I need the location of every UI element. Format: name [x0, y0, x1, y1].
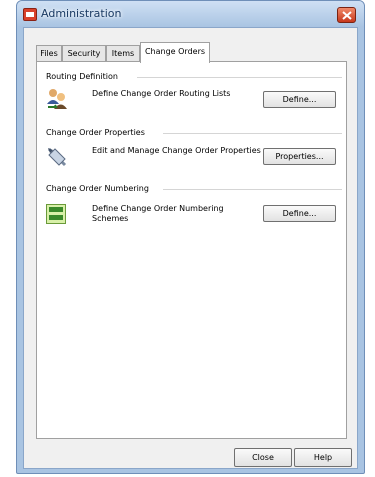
window-title: Administration: [41, 7, 122, 20]
users-routing-icon: [47, 89, 67, 109]
routing-description: Define Change Order Routing Lists: [92, 89, 231, 98]
numbering-scheme-icon: [46, 204, 66, 224]
numbering-description: Define Change Order Numbering Schemes: [92, 204, 224, 223]
section-divider: [163, 189, 342, 190]
section-heading-properties: Change Order Properties: [46, 128, 145, 137]
dialog-body: Files Security Items Change Orders Routi…: [23, 27, 358, 469]
define-routing-button[interactable]: Define...: [263, 91, 336, 108]
help-button[interactable]: Help: [294, 448, 352, 467]
tab-security[interactable]: Security: [62, 45, 106, 62]
administration-dialog: Administration Files Security Items Chan…: [16, 0, 365, 474]
section-heading-numbering: Change Order Numbering: [46, 184, 149, 193]
section-heading-routing: Routing Definition: [46, 72, 118, 81]
close-icon: [342, 11, 352, 20]
title-bar[interactable]: Administration: [17, 1, 364, 27]
properties-tool-icon: [47, 147, 67, 167]
window-close-button[interactable]: [337, 7, 356, 23]
change-orders-panel: Routing Definition Define Change Order R…: [36, 61, 347, 439]
app-icon: [23, 8, 37, 21]
section-divider: [163, 133, 342, 134]
tab-change-orders[interactable]: Change Orders: [140, 42, 210, 63]
close-button[interactable]: Close: [234, 448, 292, 467]
tab-files[interactable]: Files: [36, 45, 62, 62]
section-divider: [137, 77, 342, 78]
properties-button[interactable]: Properties...: [263, 148, 336, 165]
tab-items[interactable]: Items: [106, 45, 140, 62]
properties-description: Edit and Manage Change Order Properties: [92, 146, 261, 155]
define-numbering-button[interactable]: Define...: [263, 205, 336, 222]
